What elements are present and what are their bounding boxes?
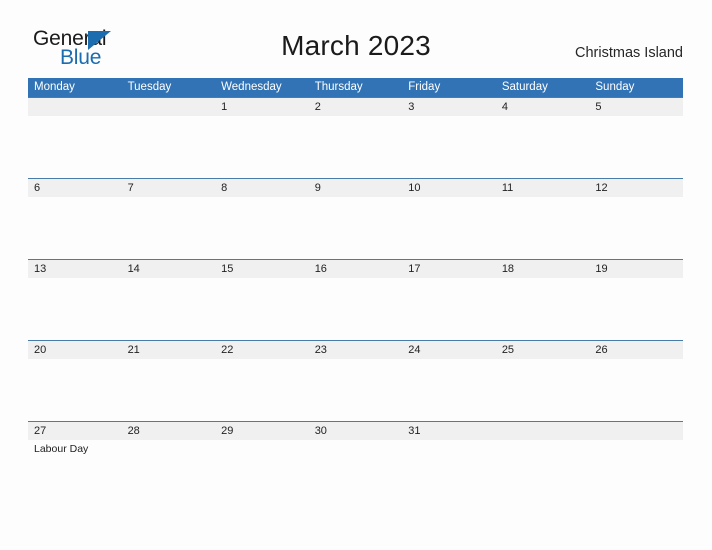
- day-number[interactable]: 7: [122, 179, 216, 197]
- day-cell[interactable]: [496, 116, 590, 178]
- day-cell[interactable]: [496, 359, 590, 421]
- day-cell[interactable]: [215, 116, 309, 178]
- day-cell[interactable]: [496, 440, 590, 502]
- day-number[interactable]: 2: [309, 98, 403, 116]
- day-cell[interactable]: [215, 197, 309, 259]
- day-cell[interactable]: [309, 197, 403, 259]
- day-number[interactable]: 27: [28, 422, 122, 440]
- day-number[interactable]: 12: [589, 179, 683, 197]
- day-cell[interactable]: [402, 359, 496, 421]
- weekday-header-wednesday: Wednesday: [221, 81, 282, 93]
- week-event-body: Labour Day: [28, 440, 683, 502]
- calendar-table: Monday Tuesday Wednesday Thursday Friday…: [28, 78, 683, 502]
- week-date-band: 13 14 15 16 17 18 19: [28, 259, 683, 278]
- day-number[interactable]: 24: [402, 341, 496, 359]
- day-cell[interactable]: [589, 440, 683, 502]
- day-number[interactable]: 26: [589, 341, 683, 359]
- week-row: 27 28 29 30 31 Labour Day: [28, 421, 683, 502]
- day-number[interactable]: 23: [309, 341, 403, 359]
- day-cell[interactable]: [589, 359, 683, 421]
- day-number[interactable]: [589, 422, 683, 440]
- page-header: General Blue March 2023 Christmas Island: [0, 0, 712, 78]
- day-cell[interactable]: [402, 197, 496, 259]
- day-cell[interactable]: [122, 359, 216, 421]
- day-number[interactable]: 22: [215, 341, 309, 359]
- weekday-header-friday: Friday: [408, 81, 441, 93]
- day-number[interactable]: 10: [402, 179, 496, 197]
- week-date-band: 27 28 29 30 31: [28, 421, 683, 440]
- day-number[interactable]: 15: [215, 260, 309, 278]
- location-label: Christmas Island: [575, 45, 683, 61]
- day-cell[interactable]: [28, 116, 122, 178]
- weekday-header-tuesday: Tuesday: [127, 81, 172, 93]
- day-cell[interactable]: [215, 278, 309, 340]
- day-number[interactable]: 13: [28, 260, 122, 278]
- day-cell[interactable]: [28, 197, 122, 259]
- day-number[interactable]: 11: [496, 179, 590, 197]
- week-row: 1 2 3 4 5: [28, 97, 683, 178]
- day-number[interactable]: 25: [496, 341, 590, 359]
- day-cell[interactable]: [496, 197, 590, 259]
- week-event-body: [28, 116, 683, 178]
- week-date-band: 20 21 22 23 24 25 26: [28, 340, 683, 359]
- day-number[interactable]: 5: [589, 98, 683, 116]
- day-cell[interactable]: [309, 440, 403, 502]
- weekday-header-thursday: Thursday: [314, 81, 363, 93]
- day-cell[interactable]: [309, 116, 403, 178]
- day-number[interactable]: 14: [122, 260, 216, 278]
- weekday-header-sunday: Sunday: [595, 81, 635, 93]
- day-number[interactable]: 4: [496, 98, 590, 116]
- day-number[interactable]: 16: [309, 260, 403, 278]
- day-cell[interactable]: [28, 278, 122, 340]
- day-number[interactable]: 19: [589, 260, 683, 278]
- week-row: 13 14 15 16 17 18 19: [28, 259, 683, 340]
- week-row: 20 21 22 23 24 25 26: [28, 340, 683, 421]
- day-number[interactable]: 20: [28, 341, 122, 359]
- week-event-body: [28, 359, 683, 421]
- week-event-body: [28, 278, 683, 340]
- day-number[interactable]: 30: [309, 422, 403, 440]
- week-date-band: 6 7 8 9 10 11 12: [28, 178, 683, 197]
- day-cell[interactable]: [122, 278, 216, 340]
- week-date-band: 1 2 3 4 5: [28, 97, 683, 116]
- week-row: 6 7 8 9 10 11 12: [28, 178, 683, 259]
- day-number[interactable]: 18: [496, 260, 590, 278]
- day-number[interactable]: 17: [402, 260, 496, 278]
- day-cell[interactable]: [309, 359, 403, 421]
- day-cell[interactable]: [309, 278, 403, 340]
- weekday-header-saturday: Saturday: [501, 81, 548, 93]
- calendar-page: General Blue March 2023 Christmas Island…: [0, 0, 712, 550]
- day-number[interactable]: 31: [402, 422, 496, 440]
- day-cell[interactable]: [122, 197, 216, 259]
- day-cell[interactable]: [215, 440, 309, 502]
- day-cell[interactable]: [589, 197, 683, 259]
- day-cell[interactable]: [402, 278, 496, 340]
- day-number[interactable]: 1: [215, 98, 309, 116]
- day-event: Labour Day: [34, 443, 89, 455]
- day-cell[interactable]: [402, 440, 496, 502]
- day-cell[interactable]: [28, 359, 122, 421]
- day-cell[interactable]: [402, 116, 496, 178]
- day-number[interactable]: [122, 98, 216, 116]
- day-number[interactable]: 9: [309, 179, 403, 197]
- day-cell[interactable]: [589, 278, 683, 340]
- day-cell[interactable]: [122, 440, 216, 502]
- day-cell[interactable]: [496, 278, 590, 340]
- day-number[interactable]: [496, 422, 590, 440]
- day-number[interactable]: 8: [215, 179, 309, 197]
- day-cell[interactable]: [215, 359, 309, 421]
- day-number[interactable]: 3: [402, 98, 496, 116]
- weekday-header-monday: Monday: [34, 81, 75, 93]
- weekday-header-row: Monday Tuesday Wednesday Thursday Friday…: [28, 78, 683, 97]
- day-number[interactable]: 29: [215, 422, 309, 440]
- day-number[interactable]: 28: [122, 422, 216, 440]
- day-number[interactable]: 6: [28, 179, 122, 197]
- day-cell[interactable]: [589, 116, 683, 178]
- week-event-body: [28, 197, 683, 259]
- day-number[interactable]: 21: [122, 341, 216, 359]
- day-cell[interactable]: [122, 116, 216, 178]
- day-cell[interactable]: Labour Day: [28, 440, 122, 502]
- day-number[interactable]: [28, 98, 122, 116]
